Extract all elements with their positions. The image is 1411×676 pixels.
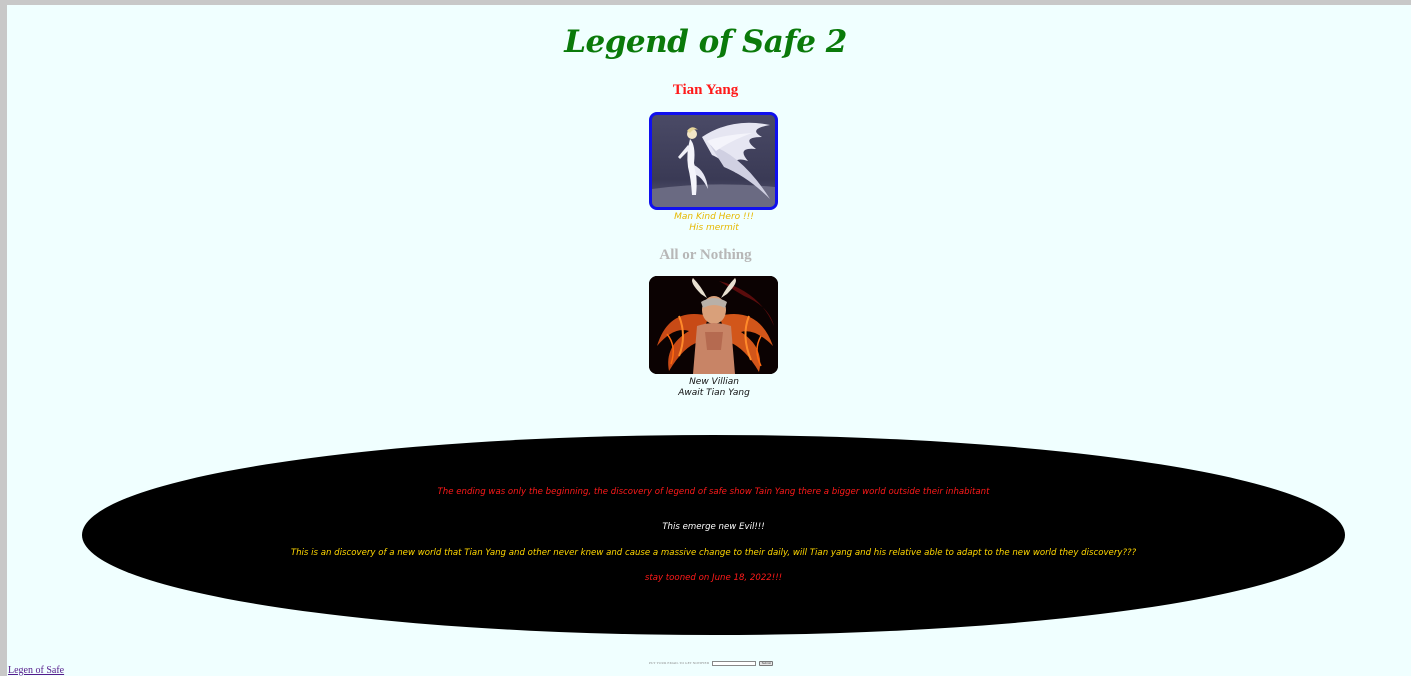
- site-title: Legend of Safe 2: [564, 24, 847, 60]
- hero-name-heading: Tian Yang: [672, 82, 739, 98]
- villain-caption-line2: Await Tian Yang: [678, 388, 750, 398]
- winged-hero-illustration: [652, 115, 775, 207]
- villain-caption: New Villian Await Tian Yang: [0, 377, 1411, 399]
- story-paragraph-3: This is an discovery of a new world that…: [290, 548, 1137, 558]
- hero-caption: Man Kind Hero !!! His mermit: [0, 212, 1411, 234]
- story-paragraph-4: stay tooned on June 18, 2022!!!: [644, 573, 783, 583]
- story-oval-panel: The ending was only the beginning, the d…: [82, 435, 1345, 635]
- hero-caption-line2: His mermit: [689, 223, 739, 233]
- villain-image: [649, 276, 778, 374]
- footer-link[interactable]: Legen of Safe: [8, 665, 64, 676]
- horned-villain-illustration: [649, 276, 778, 374]
- hero-caption-line1: Man Kind Hero !!!: [674, 212, 754, 222]
- story-paragraph-2: This emerge new Evil!!!: [662, 522, 765, 532]
- story-paragraph-1: The ending was only the beginning, the d…: [437, 487, 990, 497]
- email-notify-form: PUT YOUR EMAIL TO GET NOTIFIED Submit: [649, 659, 774, 667]
- hero-image: [649, 112, 778, 210]
- submit-button[interactable]: Submit: [759, 660, 774, 666]
- email-input[interactable]: [712, 660, 757, 666]
- villain-caption-line1: New Villian: [689, 377, 739, 387]
- villain-section-heading: All or Nothing: [659, 247, 752, 263]
- notify-label: PUT YOUR EMAIL TO GET NOTIFIED: [649, 661, 710, 665]
